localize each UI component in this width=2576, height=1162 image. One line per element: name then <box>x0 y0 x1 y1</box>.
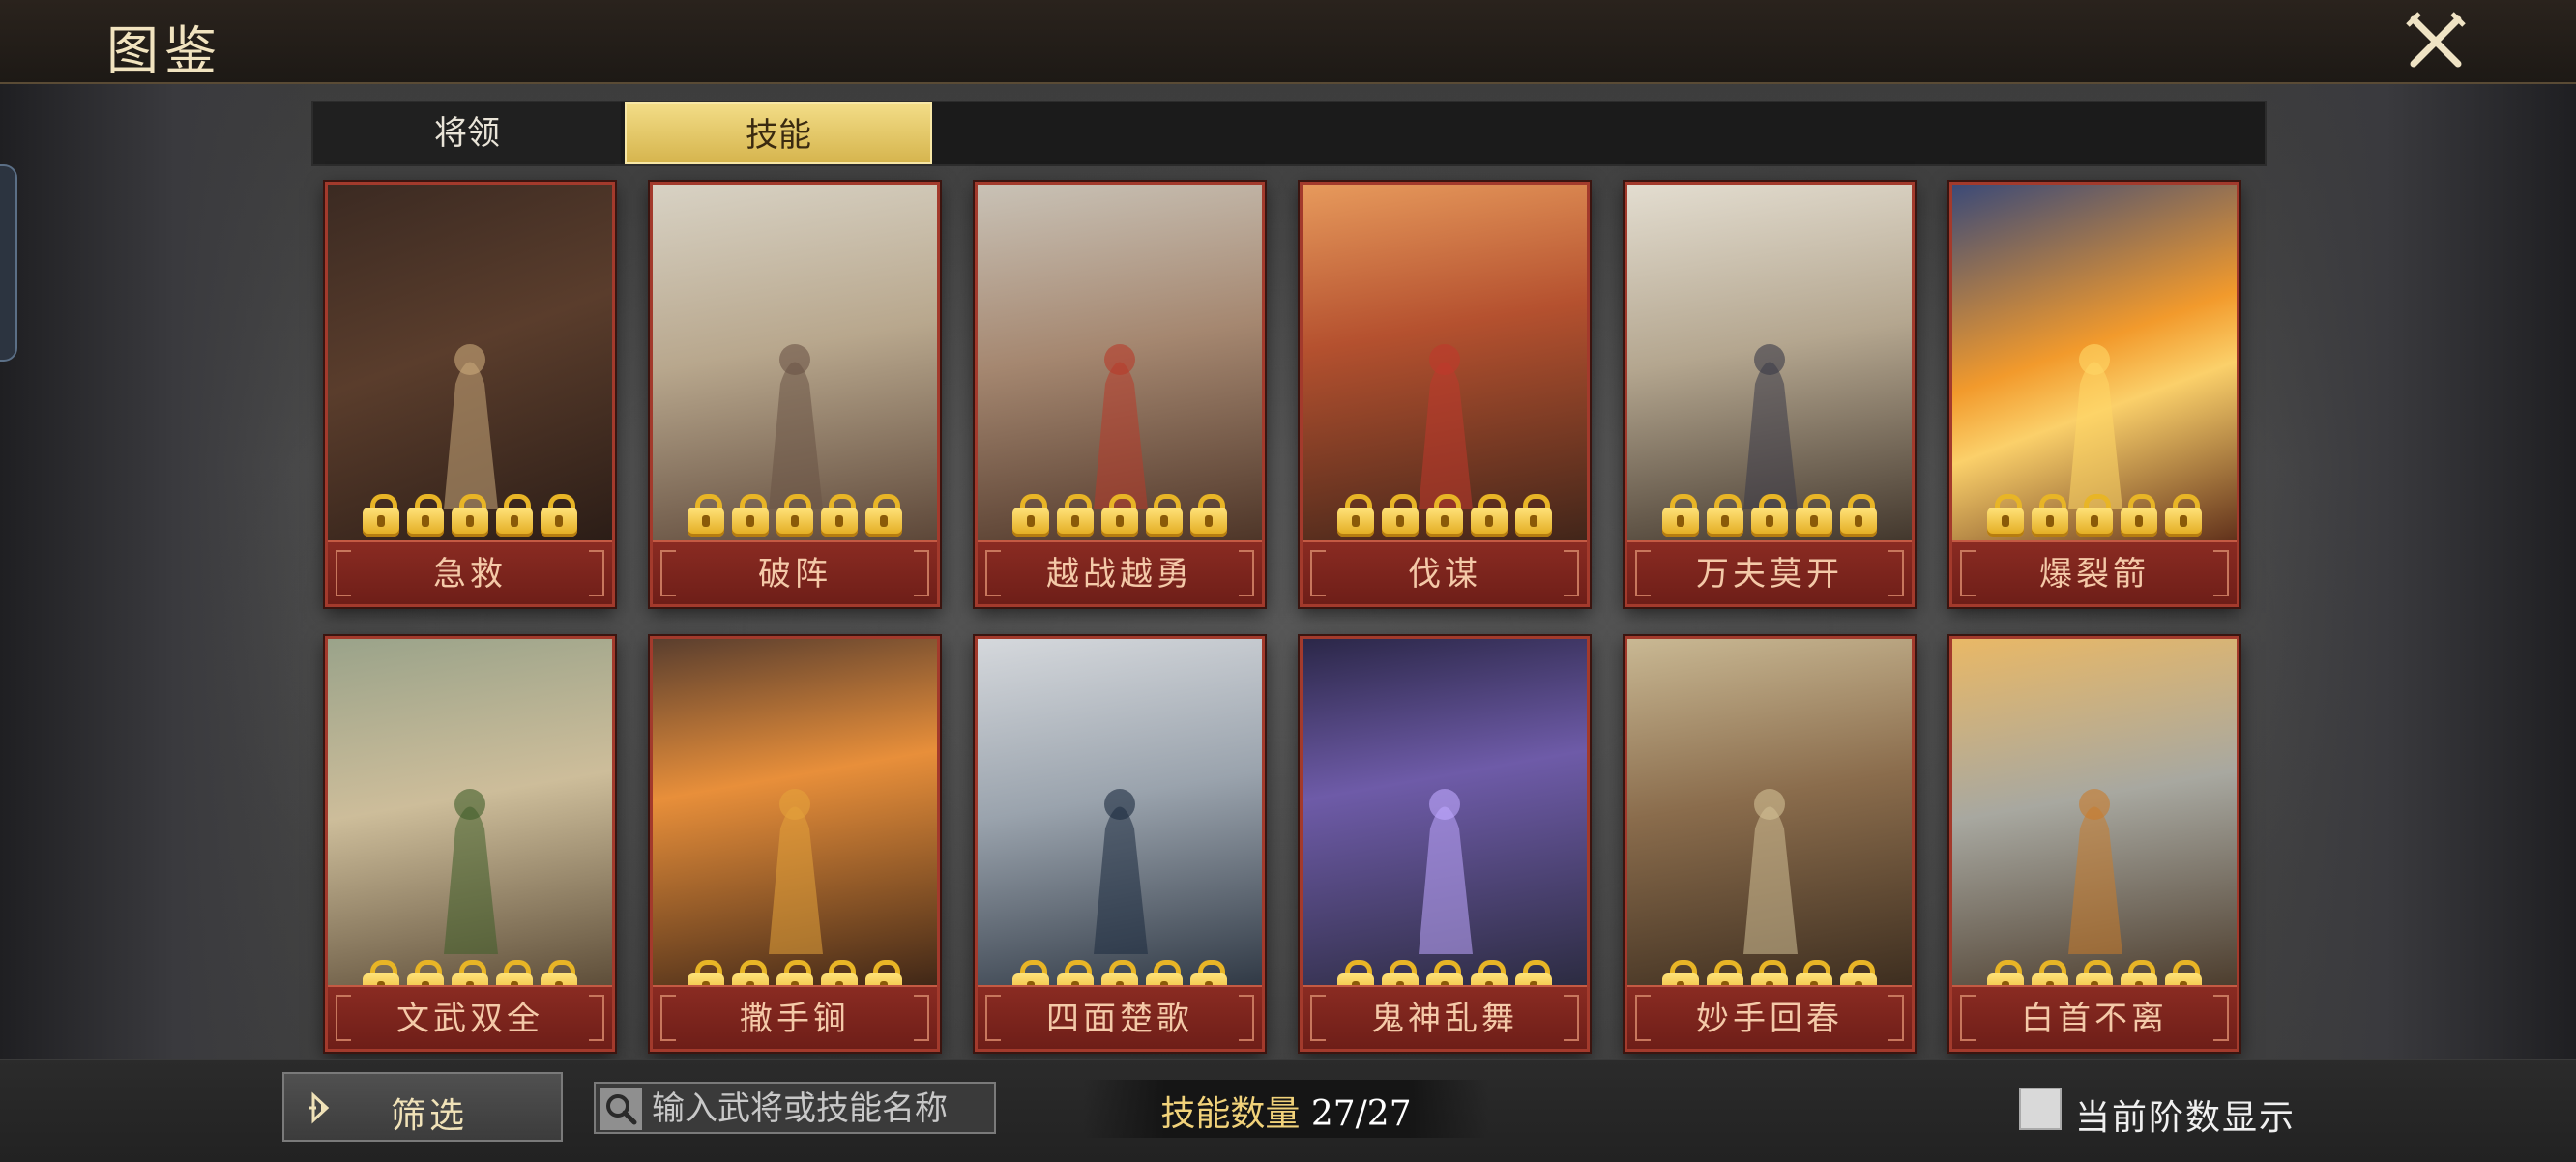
lock-row <box>978 494 1262 537</box>
card-art-silhouette <box>1419 789 1473 954</box>
lock-icon <box>865 494 902 537</box>
crossed-swords-close-icon <box>2406 12 2466 68</box>
skill-name: 万夫莫开 <box>1696 555 1843 594</box>
lock-row <box>653 494 937 537</box>
skill-count-label: 技能数量 <box>1160 1094 1301 1134</box>
lock-icon <box>1382 494 1419 537</box>
lock-row <box>328 494 612 537</box>
filter-label: 筛选 <box>391 1096 469 1136</box>
current-tier-label: 当前阶数显示 <box>2075 1098 2297 1138</box>
lock-icon <box>1337 494 1374 537</box>
lock-row <box>1303 494 1587 537</box>
skill-name: 爆裂箭 <box>2039 555 2150 594</box>
lock-icon <box>732 494 769 537</box>
tab-generals[interactable]: 将领 <box>313 102 621 164</box>
lock-icon <box>776 494 813 537</box>
search-input[interactable] <box>650 1086 994 1132</box>
lock-icon <box>407 494 444 537</box>
skill-card[interactable]: 白首不离 <box>1949 636 2239 1052</box>
sunset-warrior-art <box>653 639 937 993</box>
lock-icon <box>1012 494 1049 537</box>
skill-name: 越战越勇 <box>1046 555 1193 594</box>
skill-name: 文武双全 <box>396 1000 543 1038</box>
skill-card[interactable]: 越战越勇 <box>975 182 1265 607</box>
lock-icon <box>1426 494 1463 537</box>
skill-card[interactable]: 伐谋 <box>1300 182 1590 607</box>
healer-elder-art <box>1627 639 1912 993</box>
card-art-silhouette <box>1743 789 1798 954</box>
lock-icon <box>1707 494 1743 537</box>
lock-icon <box>688 494 724 537</box>
lock-icon <box>1796 494 1832 537</box>
right-curtain <box>2228 82 2576 1059</box>
skill-card[interactable]: 破阵 <box>650 182 940 607</box>
card-art-silhouette <box>1094 789 1148 954</box>
lock-icon <box>2121 494 2157 537</box>
skill-name: 白首不离 <box>2021 1000 2168 1038</box>
scroll-sword-art <box>328 639 612 993</box>
lock-icon <box>496 494 533 537</box>
card-art-silhouette <box>444 789 498 954</box>
card-art-silhouette <box>769 789 823 954</box>
skill-name: 伐谋 <box>1408 555 1481 594</box>
lock-icon <box>1840 494 1877 537</box>
lock-icon <box>2076 494 2113 537</box>
side-drawer-handle[interactable] <box>0 164 17 362</box>
skill-count-value: 27/27 <box>1310 1094 1412 1134</box>
lock-icon <box>541 494 577 537</box>
skill-name: 破阵 <box>758 555 832 594</box>
skill-name: 撒手锏 <box>740 1000 850 1038</box>
skill-count: 技能数量 27/27 <box>1083 1080 1489 1138</box>
current-tier-checkbox[interactable] <box>2019 1088 2062 1130</box>
lock-icon <box>821 494 858 537</box>
card-art-silhouette <box>2068 789 2122 954</box>
lock-row <box>1952 494 2237 537</box>
lock-icon <box>1101 494 1138 537</box>
skill-card[interactable]: 急救 <box>325 182 615 607</box>
search-icon <box>600 1088 642 1130</box>
lock-icon <box>1057 494 1094 537</box>
lock-icon <box>2165 494 2202 537</box>
filter-button[interactable]: 筛选 <box>282 1072 563 1142</box>
lock-icon <box>1515 494 1552 537</box>
close-button[interactable] <box>2402 8 2470 75</box>
skill-card[interactable]: 四面楚歌 <box>975 636 1265 1052</box>
storm-vortex-art <box>1303 639 1587 993</box>
skill-name: 急救 <box>433 555 507 594</box>
skill-card[interactable]: 文武双全 <box>325 636 615 1052</box>
arrow-right-icon <box>309 1091 330 1124</box>
skill-card[interactable]: 撒手锏 <box>650 636 940 1052</box>
skill-card[interactable]: 鬼神乱舞 <box>1300 636 1590 1052</box>
lock-icon <box>452 494 488 537</box>
bottom-bar: 筛选 技能数量 27/27 当前阶数显示 <box>0 1059 2576 1162</box>
left-curtain <box>0 82 319 1059</box>
lock-icon <box>1146 494 1183 537</box>
skill-card-grid: 急救 破阵 越战越勇 伐谋 万夫莫开 爆裂箭文武双全 撒手锏 四面楚歌 鬼神乱舞 妙手回春 白首不离 <box>325 182 2259 1052</box>
lock-icon <box>1751 494 1788 537</box>
elderly-couple-art <box>1952 639 2237 993</box>
search-box <box>594 1082 996 1134</box>
skill-card[interactable]: 妙手回春 <box>1625 636 1915 1052</box>
skill-name: 四面楚歌 <box>1046 1000 1193 1038</box>
skill-name: 妙手回春 <box>1696 1000 1843 1038</box>
lock-icon <box>1662 494 1699 537</box>
cloaked-strategist-art <box>978 639 1262 993</box>
lock-icon <box>1987 494 2024 537</box>
lock-icon <box>1471 494 1508 537</box>
skill-card[interactable]: 爆裂箭 <box>1949 182 2239 607</box>
lock-icon <box>1190 494 1227 537</box>
page-title: 图鉴 <box>106 20 222 81</box>
top-bar: 图鉴 <box>0 0 2576 84</box>
lock-icon <box>2032 494 2068 537</box>
lock-icon <box>363 494 399 537</box>
skill-name: 鬼神乱舞 <box>1371 1000 1518 1038</box>
skill-card[interactable]: 万夫莫开 <box>1625 182 1915 607</box>
tab-skills[interactable]: 技能 <box>625 102 932 164</box>
lock-row <box>1627 494 1912 537</box>
tab-bar: 将领 技能 <box>311 101 2267 166</box>
